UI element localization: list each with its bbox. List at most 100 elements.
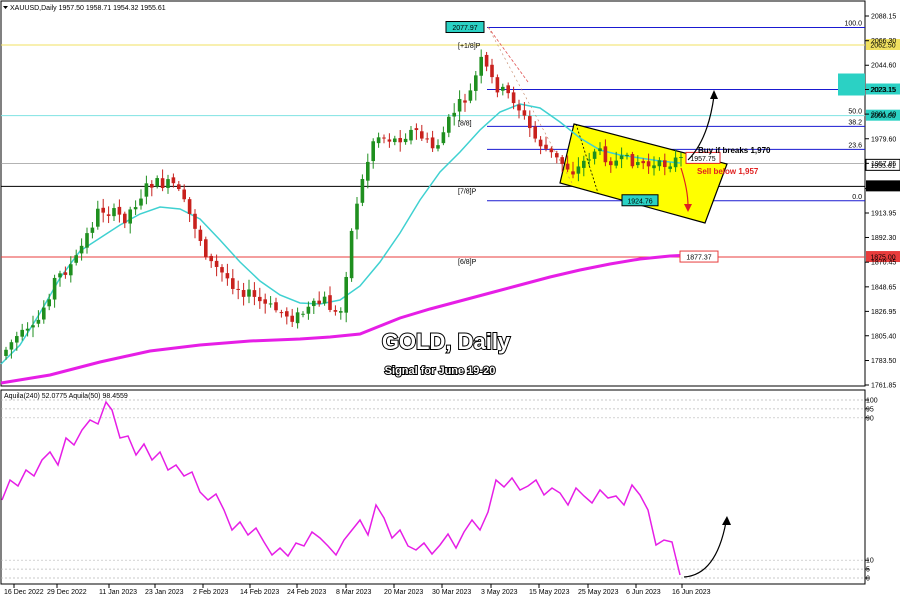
candle-body <box>160 178 165 189</box>
candle-body <box>101 207 105 213</box>
candle-body <box>42 307 46 320</box>
price-tick-label: 1761.85 <box>871 383 896 390</box>
high-price-label: 2077.97 <box>452 25 477 32</box>
date-tick-label: 11 Jan 2023 <box>99 589 137 596</box>
fib-level-label: 23.6 <box>848 142 862 149</box>
candle-body <box>344 276 348 313</box>
buy-annotation: Buy if breaks 1,970 <box>698 146 771 155</box>
candle-body <box>258 296 262 302</box>
indicator-tick-label: 95 <box>866 406 874 413</box>
fib-level-label: 38.2 <box>848 119 862 126</box>
candle-body <box>171 177 176 184</box>
candle-body <box>252 290 257 297</box>
candle-body <box>106 214 111 216</box>
candle-body <box>484 54 489 67</box>
candle-body <box>619 155 624 160</box>
candle-body <box>322 296 327 304</box>
candle-body <box>263 299 267 304</box>
candle-body <box>533 126 537 139</box>
candle-body <box>241 290 246 297</box>
candle-body <box>177 184 181 190</box>
candle-body <box>268 303 273 305</box>
candle-body <box>166 179 170 188</box>
candle-body <box>668 166 672 169</box>
candle-body <box>31 325 35 328</box>
candle-body <box>193 213 197 229</box>
price-tick-label: 1913.95 <box>871 210 896 217</box>
chart-subtitle: Signal for June 19-20 <box>385 365 496 377</box>
price-tick-label: 1979.60 <box>871 136 896 143</box>
indicator-header: Aquila(240) 52.0775 Aquila(50) 98.4559 <box>4 393 128 400</box>
price-tick-label: 2066.30 <box>871 38 896 45</box>
candle-body <box>517 104 521 111</box>
candle-body <box>587 159 591 161</box>
candle-body <box>112 208 116 217</box>
candle-body <box>290 315 294 322</box>
candle-body <box>657 160 662 167</box>
candle-body <box>360 178 365 203</box>
candle-body <box>52 277 57 300</box>
candle-body <box>63 272 68 275</box>
price-tick-label: 1848.65 <box>871 284 896 291</box>
fib-level-label: 100.0 <box>844 21 862 28</box>
chart-title: GOLD, Daily <box>382 329 511 354</box>
candle-body <box>312 300 316 307</box>
date-tick-label: 30 Mar 2023 <box>432 589 471 596</box>
price-tick-label: 1826.95 <box>871 309 896 316</box>
candle-body <box>187 199 192 214</box>
candle-body <box>468 90 473 101</box>
candle-body <box>371 141 375 162</box>
candle-body <box>231 278 235 289</box>
candle-body <box>609 161 613 166</box>
candle-body <box>36 319 41 324</box>
date-tick-label: 16 Dec 2022 <box>4 589 44 596</box>
candle-body <box>366 161 370 181</box>
candle-body <box>339 311 343 313</box>
candle-body <box>214 260 219 267</box>
candle-body <box>630 154 635 167</box>
candle-body <box>274 302 278 311</box>
candle-body <box>225 273 230 279</box>
date-tick-label: 24 Feb 2023 <box>287 589 326 596</box>
candle-body <box>549 148 554 153</box>
price-tick-label: 1957.85 <box>871 161 896 168</box>
candle-body <box>333 310 338 312</box>
candle-body <box>436 145 440 149</box>
date-tick-label: 29 Dec 2022 <box>47 589 87 596</box>
candle-body <box>420 131 424 139</box>
date-tick-label: 2 Feb 2023 <box>193 589 229 596</box>
candle-body <box>576 166 581 174</box>
date-tick-label: 16 Jun 2023 <box>672 589 711 596</box>
candle-body <box>501 86 505 91</box>
murrey-88-label: [8/8] <box>458 121 472 128</box>
indicator-tick-label: 90 <box>866 415 874 422</box>
candle-body <box>528 116 532 129</box>
candle-body <box>79 245 84 254</box>
candle-body <box>117 206 122 215</box>
candle-body <box>349 230 354 279</box>
low-price-label: 1924.76 <box>627 198 652 205</box>
candle-body <box>457 99 462 112</box>
candle-body <box>506 85 510 94</box>
level68-price-label: 1877.37 <box>686 255 711 262</box>
candle-body <box>495 77 500 93</box>
candle-body <box>198 229 203 241</box>
candle-body <box>555 153 559 158</box>
candle-body <box>317 300 321 304</box>
candle-body <box>565 163 570 170</box>
price-tick-label: 1805.40 <box>871 333 896 340</box>
candle-body <box>652 165 656 169</box>
candle-body <box>441 132 446 144</box>
candle-body <box>96 208 100 227</box>
candle-body <box>150 183 154 188</box>
candle-body <box>306 306 311 314</box>
candle-body <box>490 64 494 78</box>
date-axis: 16 Dec 2022 29 Dec 2022 11 Jan 2023 23 Jan … <box>4 584 711 596</box>
candle-body <box>139 198 143 206</box>
candle-body <box>598 148 602 152</box>
price-tick-label: 1935.55 <box>871 186 896 193</box>
indicator-tick-label: 5 <box>866 567 870 574</box>
candle-body <box>625 154 629 157</box>
candle-body <box>15 336 19 343</box>
candle-body <box>409 129 413 141</box>
